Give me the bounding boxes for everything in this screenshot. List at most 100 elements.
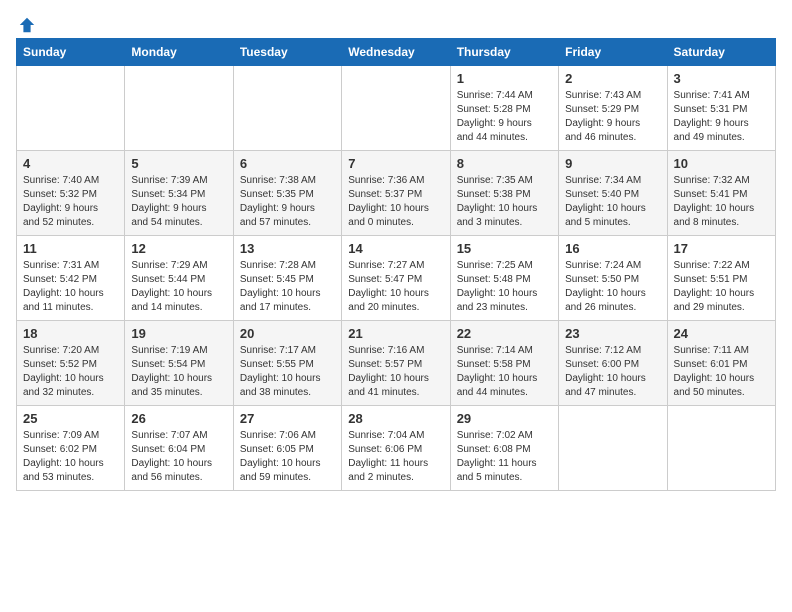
- day-info: Sunrise: 7:39 AM Sunset: 5:34 PM Dayligh…: [131, 174, 226, 230]
- calendar-cell: [17, 66, 125, 151]
- day-number: 1: [457, 71, 552, 86]
- calendar-week-2: 4 Sunrise: 7:40 AM Sunset: 5:32 PM Daylig…: [17, 151, 776, 236]
- calendar-cell: 20 Sunrise: 7:17 AM Sunset: 5:55 PM Dayli…: [233, 321, 341, 406]
- day-info: Sunrise: 7:20 AM Sunset: 5:52 PM Dayligh…: [23, 344, 118, 400]
- day-info: Sunrise: 7:25 AM Sunset: 5:48 PM Dayligh…: [457, 259, 552, 315]
- day-number: 17: [674, 241, 769, 256]
- day-info: Sunrise: 7:19 AM Sunset: 5:54 PM Dayligh…: [131, 344, 226, 400]
- day-number: 2: [565, 71, 660, 86]
- calendar-cell: 6 Sunrise: 7:38 AM Sunset: 5:35 PM Daylig…: [233, 151, 341, 236]
- calendar-header-thursday: Thursday: [450, 39, 558, 66]
- day-number: 3: [674, 71, 769, 86]
- day-number: 18: [23, 326, 118, 341]
- day-number: 7: [348, 156, 443, 171]
- day-info: Sunrise: 7:35 AM Sunset: 5:38 PM Dayligh…: [457, 174, 552, 230]
- day-info: Sunrise: 7:34 AM Sunset: 5:40 PM Dayligh…: [565, 174, 660, 230]
- day-number: 28: [348, 411, 443, 426]
- calendar-header-tuesday: Tuesday: [233, 39, 341, 66]
- day-number: 8: [457, 156, 552, 171]
- calendar-cell: [667, 406, 775, 491]
- day-number: 22: [457, 326, 552, 341]
- day-info: Sunrise: 7:27 AM Sunset: 5:47 PM Dayligh…: [348, 259, 443, 315]
- calendar-week-3: 11 Sunrise: 7:31 AM Sunset: 5:42 PM Dayli…: [17, 236, 776, 321]
- calendar-week-1: 1 Sunrise: 7:44 AM Sunset: 5:28 PM Daylig…: [17, 66, 776, 151]
- calendar-cell: 5 Sunrise: 7:39 AM Sunset: 5:34 PM Daylig…: [125, 151, 233, 236]
- calendar-cell: 11 Sunrise: 7:31 AM Sunset: 5:42 PM Dayli…: [17, 236, 125, 321]
- day-number: 10: [674, 156, 769, 171]
- logo-icon: [18, 16, 36, 34]
- calendar-cell: 17Sunrise: 7:22 AM Sunset: 5:51 PM Dayli…: [667, 236, 775, 321]
- calendar-cell: 12 Sunrise: 7:29 AM Sunset: 5:44 PM Dayli…: [125, 236, 233, 321]
- day-number: 21: [348, 326, 443, 341]
- calendar-cell: 24 Sunrise: 7:11 AM Sunset: 6:01 PM Dayli…: [667, 321, 775, 406]
- calendar-cell: 26 Sunrise: 7:07 AM Sunset: 6:04 PM Dayli…: [125, 406, 233, 491]
- calendar-cell: 22 Sunrise: 7:14 AM Sunset: 5:58 PM Dayli…: [450, 321, 558, 406]
- day-number: 15: [457, 241, 552, 256]
- day-number: 19: [131, 326, 226, 341]
- day-number: 20: [240, 326, 335, 341]
- calendar-cell: 29 Sunrise: 7:02 AM Sunset: 6:08 PM Dayli…: [450, 406, 558, 491]
- day-number: 25: [23, 411, 118, 426]
- calendar-cell: 18 Sunrise: 7:20 AM Sunset: 5:52 PM Dayli…: [17, 321, 125, 406]
- day-info: Sunrise: 7:06 AM Sunset: 6:05 PM Dayligh…: [240, 429, 335, 485]
- day-number: 13: [240, 241, 335, 256]
- day-number: 26: [131, 411, 226, 426]
- day-info: Sunrise: 7:09 AM Sunset: 6:02 PM Dayligh…: [23, 429, 118, 485]
- calendar-cell: 13 Sunrise: 7:28 AM Sunset: 5:45 PM Dayli…: [233, 236, 341, 321]
- day-info: Sunrise: 7:14 AM Sunset: 5:58 PM Dayligh…: [457, 344, 552, 400]
- day-number: 29: [457, 411, 552, 426]
- calendar-cell: 21 Sunrise: 7:16 AM Sunset: 5:57 PM Dayli…: [342, 321, 450, 406]
- logo: [16, 16, 36, 30]
- day-info: Sunrise: 7:40 AM Sunset: 5:32 PM Dayligh…: [23, 174, 118, 230]
- day-number: 23: [565, 326, 660, 341]
- day-info: Sunrise: 7:11 AM Sunset: 6:01 PM Dayligh…: [674, 344, 769, 400]
- calendar-cell: 3 Sunrise: 7:41 AM Sunset: 5:31 PM Daylig…: [667, 66, 775, 151]
- day-number: 5: [131, 156, 226, 171]
- calendar-cell: 2 Sunrise: 7:43 AM Sunset: 5:29 PM Daylig…: [559, 66, 667, 151]
- day-info: Sunrise: 7:12 AM Sunset: 6:00 PM Dayligh…: [565, 344, 660, 400]
- day-info: Sunrise: 7:16 AM Sunset: 5:57 PM Dayligh…: [348, 344, 443, 400]
- day-info: Sunrise: 7:07 AM Sunset: 6:04 PM Dayligh…: [131, 429, 226, 485]
- calendar-header-saturday: Saturday: [667, 39, 775, 66]
- day-info: Sunrise: 7:43 AM Sunset: 5:29 PM Dayligh…: [565, 89, 660, 145]
- calendar-cell: 9 Sunrise: 7:34 AM Sunset: 5:40 PM Daylig…: [559, 151, 667, 236]
- day-number: 11: [23, 241, 118, 256]
- day-info: Sunrise: 7:24 AM Sunset: 5:50 PM Dayligh…: [565, 259, 660, 315]
- day-info: Sunrise: 7:17 AM Sunset: 5:55 PM Dayligh…: [240, 344, 335, 400]
- day-info: Sunrise: 7:36 AM Sunset: 5:37 PM Dayligh…: [348, 174, 443, 230]
- day-info: Sunrise: 7:38 AM Sunset: 5:35 PM Dayligh…: [240, 174, 335, 230]
- calendar-cell: 1 Sunrise: 7:44 AM Sunset: 5:28 PM Daylig…: [450, 66, 558, 151]
- day-info: Sunrise: 7:02 AM Sunset: 6:08 PM Dayligh…: [457, 429, 552, 485]
- day-info: Sunrise: 7:31 AM Sunset: 5:42 PM Dayligh…: [23, 259, 118, 315]
- day-number: 9: [565, 156, 660, 171]
- calendar-cell: [233, 66, 341, 151]
- day-info: Sunrise: 7:41 AM Sunset: 5:31 PM Dayligh…: [674, 89, 769, 145]
- page-header: [16, 16, 776, 30]
- day-number: 6: [240, 156, 335, 171]
- calendar-cell: 25 Sunrise: 7:09 AM Sunset: 6:02 PM Dayli…: [17, 406, 125, 491]
- day-number: 24: [674, 326, 769, 341]
- calendar-cell: 16Sunrise: 7:24 AM Sunset: 5:50 PM Dayli…: [559, 236, 667, 321]
- calendar-cell: 15 Sunrise: 7:25 AM Sunset: 5:48 PM Dayli…: [450, 236, 558, 321]
- day-number: 27: [240, 411, 335, 426]
- calendar-cell: 27 Sunrise: 7:06 AM Sunset: 6:05 PM Dayli…: [233, 406, 341, 491]
- calendar-cell: 4 Sunrise: 7:40 AM Sunset: 5:32 PM Daylig…: [17, 151, 125, 236]
- day-info: Sunrise: 7:29 AM Sunset: 5:44 PM Dayligh…: [131, 259, 226, 315]
- calendar-cell: [125, 66, 233, 151]
- day-number: 12: [131, 241, 226, 256]
- calendar-header-row: SundayMondayTuesdayWednesdayThursdayFrid…: [17, 39, 776, 66]
- day-info: Sunrise: 7:44 AM Sunset: 5:28 PM Dayligh…: [457, 89, 552, 145]
- calendar-cell: 23 Sunrise: 7:12 AM Sunset: 6:00 PM Dayli…: [559, 321, 667, 406]
- calendar-cell: 28Sunrise: 7:04 AM Sunset: 6:06 PM Dayli…: [342, 406, 450, 491]
- calendar-header-monday: Monday: [125, 39, 233, 66]
- calendar-cell: 14Sunrise: 7:27 AM Sunset: 5:47 PM Dayli…: [342, 236, 450, 321]
- calendar-table: SundayMondayTuesdayWednesdayThursdayFrid…: [16, 38, 776, 491]
- calendar-cell: 19 Sunrise: 7:19 AM Sunset: 5:54 PM Dayli…: [125, 321, 233, 406]
- calendar-cell: [559, 406, 667, 491]
- calendar-week-4: 18 Sunrise: 7:20 AM Sunset: 5:52 PM Dayli…: [17, 321, 776, 406]
- day-info: Sunrise: 7:32 AM Sunset: 5:41 PM Dayligh…: [674, 174, 769, 230]
- day-info: Sunrise: 7:28 AM Sunset: 5:45 PM Dayligh…: [240, 259, 335, 315]
- calendar-cell: 8 Sunrise: 7:35 AM Sunset: 5:38 PM Daylig…: [450, 151, 558, 236]
- calendar-header-wednesday: Wednesday: [342, 39, 450, 66]
- day-number: 4: [23, 156, 118, 171]
